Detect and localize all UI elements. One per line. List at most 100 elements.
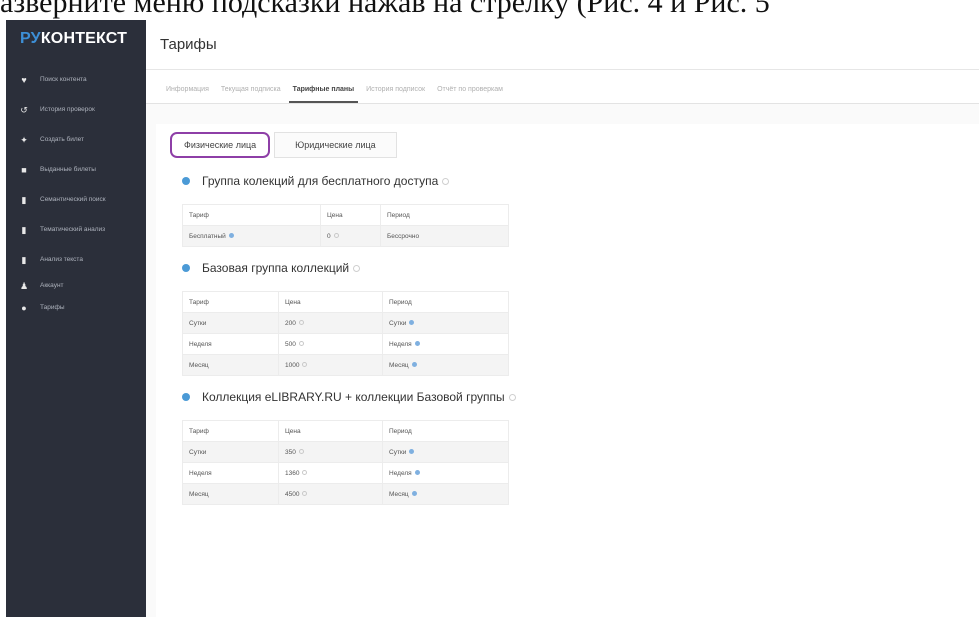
price-value: 200 <box>285 319 296 327</box>
tariff-name: Бесплатный <box>189 232 226 240</box>
currency-icon <box>298 341 304 347</box>
tab-tariff-plans[interactable]: Тарифные планы <box>288 86 359 103</box>
tariff-table: Тариф Цена Период Сутки 200 Сутки Неделя… <box>182 291 509 376</box>
table-cell: Неделя <box>182 333 279 355</box>
section-title-text: Коллекция eLIBRARY.RU + коллекции Базово… <box>202 390 505 404</box>
help-icon[interactable] <box>414 469 420 475</box>
info-icon[interactable] <box>353 264 361 272</box>
tab-check-report[interactable]: Отчёт по проверкам <box>433 86 507 103</box>
sidebar-item-check-history[interactable]: ↺ История проверок <box>6 96 146 124</box>
table-cell: 500 <box>278 333 383 355</box>
price-value: 1000 <box>285 361 300 369</box>
period-value: Сутки <box>389 319 407 327</box>
column-header: Тариф <box>182 204 321 226</box>
table-cell: Неделя <box>382 333 509 355</box>
section-title: Группа колекций для бесплатного доступа <box>182 172 979 190</box>
sidebar-item-content-search[interactable]: ♥ Поиск контента <box>6 66 146 94</box>
table-header-row: Тариф Цена Период <box>182 420 509 442</box>
sidebar-item-label: Анализ текста <box>40 256 83 263</box>
table-row: Неделя 1360 Неделя <box>182 462 509 484</box>
currency-icon <box>302 470 308 476</box>
price-value: 4500 <box>285 490 300 498</box>
table-cell: Месяц <box>382 483 509 505</box>
sidebar-item-account[interactable]: ♟ Аккаунт <box>6 276 146 296</box>
table-cell: Месяц <box>382 354 509 376</box>
table-row: Месяц 4500 Месяц <box>182 483 509 505</box>
bullet-icon <box>182 264 190 272</box>
tariff-section-elibrary: Коллекция eLIBRARY.RU + коллекции Базово… <box>170 388 979 505</box>
sidebar-item-label: Аккаунт <box>40 282 64 289</box>
help-icon[interactable] <box>414 340 420 346</box>
help-icon[interactable] <box>409 319 415 325</box>
sidebar-item-label: Поиск контента <box>40 76 87 83</box>
tab-subscription-history[interactable]: История подписок <box>362 86 429 103</box>
table-cell: 200 <box>278 312 383 334</box>
table-cell: Неделя <box>182 462 279 484</box>
customer-type-switch: Физические лица Юридические лица <box>170 130 979 160</box>
table-cell: 350 <box>278 441 383 463</box>
document-heading-text: азверните меню подсказки нажав на стрелк… <box>0 0 979 20</box>
sidebar-item-label: Семантический поиск <box>40 196 106 203</box>
sidebar-item-create-ticket[interactable]: ✦ Создать билет <box>6 126 146 154</box>
main-area: Тарифы Информация Текущая подписка Тариф… <box>146 20 979 617</box>
table-cell: 0 <box>320 225 381 247</box>
help-icon[interactable] <box>411 361 417 367</box>
price-value: 1360 <box>285 469 300 477</box>
help-icon[interactable] <box>228 232 234 238</box>
table-cell: Месяц <box>182 483 279 505</box>
bullet-icon <box>182 393 190 401</box>
help-icon[interactable] <box>411 490 417 496</box>
sidebar-item-label: Тематический анализ <box>40 226 106 233</box>
currency-icon <box>298 449 304 455</box>
column-header: Тариф <box>182 420 279 442</box>
section-title: Коллекция eLIBRARY.RU + коллекции Базово… <box>182 388 979 406</box>
individuals-button[interactable]: Физические лица <box>170 132 271 158</box>
currency-icon <box>333 233 339 239</box>
table-row: Сутки 350 Сутки <box>182 441 509 463</box>
column-header: Цена <box>278 291 383 313</box>
folder-icon: ■ <box>21 165 27 175</box>
table-cell: Неделя <box>382 462 509 484</box>
price-value: 500 <box>285 340 296 348</box>
user-icon: ♟ <box>19 280 29 291</box>
table-row: Сутки 200 Сутки <box>182 312 509 334</box>
table-cell: Месяц <box>182 354 279 376</box>
topbar: Тарифы <box>146 20 979 70</box>
table-cell: Сутки <box>382 312 509 334</box>
circle-icon: ● <box>21 303 27 313</box>
tab-information[interactable]: Информация <box>162 86 213 103</box>
help-icon[interactable] <box>409 448 415 454</box>
table-cell: Сутки <box>182 312 279 334</box>
tab-current-subscription[interactable]: Текущая подписка <box>217 86 285 103</box>
sidebar-item-text-analysis[interactable]: ▮ Анализ текста <box>6 246 146 274</box>
bullet-icon <box>182 177 190 185</box>
table-header-row: Тариф Цена Период <box>182 291 509 313</box>
period-value: Месяц <box>389 490 409 498</box>
tariff-section-basic: Базовая группа коллекций Тариф Цена Пери… <box>170 259 979 376</box>
sidebar-item-semantic-search[interactable]: ▮ Семантический поиск <box>6 186 146 214</box>
currency-icon <box>302 362 308 368</box>
info-icon[interactable] <box>508 393 516 401</box>
table-header-row: Тариф Цена Период <box>182 204 509 226</box>
sidebar-item-tariffs[interactable]: ● Тарифы <box>6 298 146 318</box>
price-value: 0 <box>327 232 331 240</box>
sidebar-item-label: Создать билет <box>40 136 85 143</box>
tariff-table: Тариф Цена Период Бесплатный 0 Бессрочно <box>182 204 509 247</box>
column-header: Цена <box>320 204 381 226</box>
tariff-table: Тариф Цена Период Сутки 350 Сутки Неделя… <box>182 420 509 505</box>
sidebar-item-issued-tickets[interactable]: ■ Выданные билеты <box>6 156 146 184</box>
tariff-content: Физические лица Юридические лица Группа … <box>156 124 979 617</box>
info-icon[interactable] <box>442 177 450 185</box>
logo-context: КОНТЕКСТ <box>40 30 128 47</box>
document-icon: ▮ <box>21 254 27 265</box>
legal-entities-button[interactable]: Юридические лица <box>274 132 397 158</box>
currency-icon <box>302 491 308 497</box>
column-header: Тариф <box>182 291 279 313</box>
period-value: Сутки <box>389 448 407 456</box>
period-value: Неделя <box>389 469 412 477</box>
table-cell: Бесплатный <box>182 225 321 247</box>
table-row: Неделя 500 Неделя <box>182 333 509 355</box>
table-cell: 1000 <box>278 354 383 376</box>
logo[interactable]: РУ КОНТЕКСТ <box>6 20 146 58</box>
sidebar-item-thematic-analysis[interactable]: ▮ Тематический анализ <box>6 216 146 244</box>
